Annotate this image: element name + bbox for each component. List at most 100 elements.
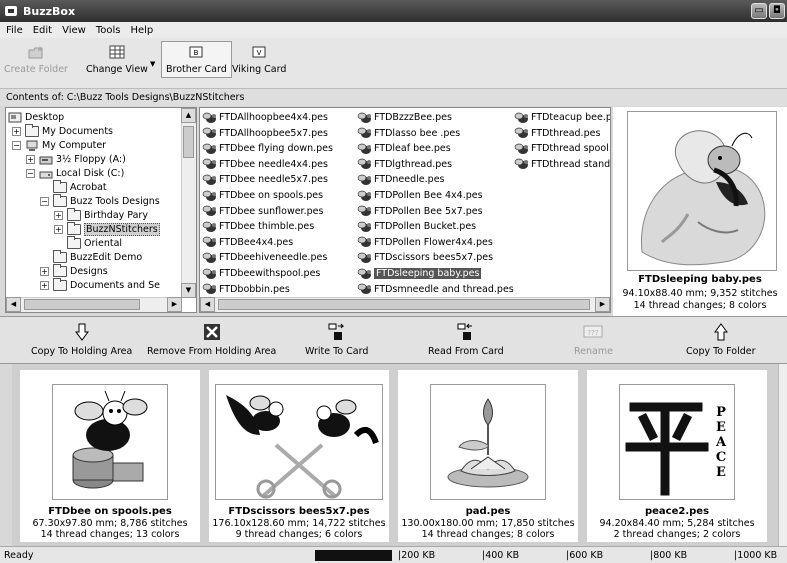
expand-toggle[interactable]: + (54, 224, 63, 234)
expand-toggle[interactable]: + (54, 210, 63, 220)
read-from-card-button[interactable]: Read From Card (428, 323, 504, 357)
file-item[interactable]: FTDbee on spools.pes (202, 188, 323, 203)
file-name: FTDbee on spools.pes (219, 190, 324, 201)
file-item[interactable]: FTDthread spool.pes (514, 141, 610, 156)
file-item[interactable]: FTDlasso bee .pes (357, 126, 460, 141)
menu-file[interactable]: File (6, 25, 23, 36)
tree-item-designs[interactable]: + Designs (40, 263, 108, 278)
viking-card-button[interactable]: V Viking Card (232, 44, 286, 75)
maximize-button[interactable]: ◘ (769, 3, 785, 19)
tree-item-my-documents[interactable]: + My Documents (12, 123, 113, 138)
tree-item-oriental[interactable]: Oriental (54, 235, 122, 250)
holding-area[interactable]: FTDbee on spools.pes 67.30x97.80 mm; 8,7… (12, 364, 778, 546)
tree-item-buzznstitchers[interactable]: + BuzzNStitchers (54, 221, 160, 236)
scroll-right-arrow-icon[interactable]: ▶ (595, 297, 610, 312)
pes-file-icon (202, 112, 216, 123)
file-item[interactable]: FTDPollen Bee 4x4.pes (357, 188, 483, 203)
expand-toggle[interactable]: + (40, 266, 49, 276)
file-item[interactable]: FTDneedle.pes (357, 172, 445, 187)
rename-icon: ??? (583, 323, 603, 341)
scroll-up-arrow-icon[interactable]: ▲ (181, 108, 196, 123)
file-item[interactable]: FTDbee needle5x7.pes (202, 172, 328, 187)
file-item[interactable]: FTDBee4x4.pes (202, 235, 293, 250)
status-bar: Ready |200 KB |400 KB |600 KB |800 KB |1000 … (0, 546, 787, 563)
file-item[interactable]: FTDbee flying down.pes (202, 141, 333, 156)
app-icon[interactable] (5, 6, 17, 16)
file-item[interactable]: FTDthread.pes (514, 126, 600, 141)
file-list[interactable]: FTDAllhoopbee4x4.pes FTDAllhoopbee5x7.pes… (199, 107, 611, 313)
tree-horizontal-scrollbar[interactable]: ◀ ▶ (6, 297, 182, 312)
scroll-right-arrow-icon[interactable]: ▶ (167, 297, 182, 312)
menu-help[interactable]: Help (130, 25, 153, 36)
tree-item-buzz-tools-designs[interactable]: − Buzz Tools Designs (40, 193, 160, 208)
folder-tree[interactable]: Desktop + My Documents − My Computer + 3… (5, 107, 197, 313)
scroll-left-arrow-icon[interactable]: ◀ (200, 297, 215, 312)
file-item[interactable]: FTDscissors bees5x7.pes (357, 250, 493, 265)
scroll-down-arrow-icon[interactable]: ▼ (181, 283, 196, 298)
collapse-toggle[interactable]: − (12, 140, 21, 150)
expand-toggle[interactable]: + (40, 280, 49, 290)
menu-tools[interactable]: Tools (96, 25, 121, 36)
scroll-thumb[interactable] (218, 299, 590, 310)
file-item[interactable]: FTDsleeping baby.pes (357, 266, 482, 281)
file-item[interactable]: FTDbee thimble.pes (202, 219, 314, 234)
copy-to-holding-button[interactable]: Copy To Holding Area (31, 323, 132, 357)
file-item[interactable]: FTDbeewithspool.pes (202, 266, 320, 281)
tree-vertical-scrollbar[interactable]: ▲ ▼ (181, 108, 196, 298)
scroll-thumb[interactable] (183, 126, 194, 158)
viking-card-label: Viking Card (232, 64, 287, 75)
write-to-card-button[interactable]: Write To Card (305, 323, 368, 357)
tree-item-my-computer[interactable]: − My Computer (12, 138, 106, 152)
holding-card[interactable]: pad.pes 130.00x180.00 mm; 17,850 stitche… (398, 370, 578, 542)
menu-edit[interactable]: Edit (33, 25, 52, 36)
expand-toggle[interactable]: + (12, 126, 21, 136)
change-view-dropdown-arrow[interactable]: ▼ (150, 60, 155, 68)
scroll-thumb[interactable] (24, 299, 140, 310)
holding-card[interactable]: FTDbee on spools.pes 67.30x97.80 mm; 8,7… (20, 370, 200, 542)
file-item[interactable]: FTDbobbin.pes (202, 282, 290, 297)
file-item[interactable]: FTDthread stand.pes (514, 157, 610, 172)
holding-vertical-scrollbar[interactable] (778, 364, 787, 546)
pes-file-icon (514, 143, 528, 154)
scroll-left-arrow-icon[interactable]: ◀ (6, 297, 21, 312)
pes-file-icon (202, 158, 216, 170)
pes-file-icon (357, 268, 371, 279)
file-list-horizontal-scrollbar[interactable]: ◀ ▶ (200, 297, 610, 312)
tree-item-buzzedit-demo[interactable]: BuzzEdit Demo (40, 249, 142, 264)
collapse-toggle[interactable]: − (26, 168, 35, 178)
create-folder-button[interactable]: Create Folder (4, 44, 68, 75)
window-title: BuzzBox (23, 4, 76, 18)
file-item[interactable]: FTDBzzzBee.pes (357, 110, 452, 125)
menu-view[interactable]: View (62, 25, 86, 36)
remove-from-holding-button[interactable]: Remove From Holding Area (147, 323, 276, 357)
file-item[interactable]: FTDlgthread.pes (357, 157, 452, 172)
file-item[interactable]: FTDteacup bee.pes (514, 110, 610, 125)
minimize-button[interactable]: ▭ (751, 3, 767, 19)
design-name: FTDscissors bees5x7.pes (228, 506, 370, 517)
holding-card[interactable]: FTDscissors bees5x7.pes 176.10x128.60 mm… (209, 370, 389, 542)
brother-card-button[interactable]: B Brother Card (161, 41, 232, 78)
change-view-button[interactable]: Change View (86, 44, 148, 75)
tree-item-acrobat[interactable]: Acrobat (40, 179, 107, 194)
tree-item-documents-and-settings[interactable]: + Documents and Se (40, 277, 160, 292)
collapse-toggle[interactable]: − (40, 196, 49, 206)
holding-card[interactable]: PEACE peace2.pes 94.20x84.40 mm; 5,284 s… (587, 370, 767, 542)
tree-item-local-disk[interactable]: − Local Disk (C:) (26, 166, 124, 180)
rename-button[interactable]: ??? Rename (574, 323, 613, 357)
tree-item-birthday-pary[interactable]: + Birthday Pary (54, 207, 148, 222)
file-item[interactable]: FTDPollen Bucket.pes (357, 219, 476, 234)
file-item[interactable]: FTDbee sunflower.pes (202, 204, 323, 219)
tree-item-desktop[interactable]: Desktop (8, 110, 64, 124)
file-item[interactable]: FTDbeehiveneedle.pes (202, 250, 327, 265)
file-item[interactable]: FTDbee needle4x4.pes (202, 157, 328, 172)
file-item[interactable]: FTDleaf bee.pes (357, 141, 451, 156)
folder-icon (53, 179, 67, 193)
file-item[interactable]: FTDPollen Flower4x4.pes (357, 235, 493, 250)
expand-toggle[interactable]: + (26, 154, 35, 164)
tree-item-floppy[interactable]: + 3½ Floppy (A:) (26, 152, 126, 166)
file-item[interactable]: FTDAllhoopbee5x7.pes (202, 126, 328, 141)
file-item[interactable]: FTDAllhoopbee4x4.pes (202, 110, 328, 125)
copy-to-folder-button[interactable]: Copy To Folder (686, 323, 756, 357)
file-item[interactable]: FTDPollen Bee 5x7.pes (357, 204, 483, 219)
file-item[interactable]: FTDsmneedle and thread.pes (357, 282, 514, 297)
